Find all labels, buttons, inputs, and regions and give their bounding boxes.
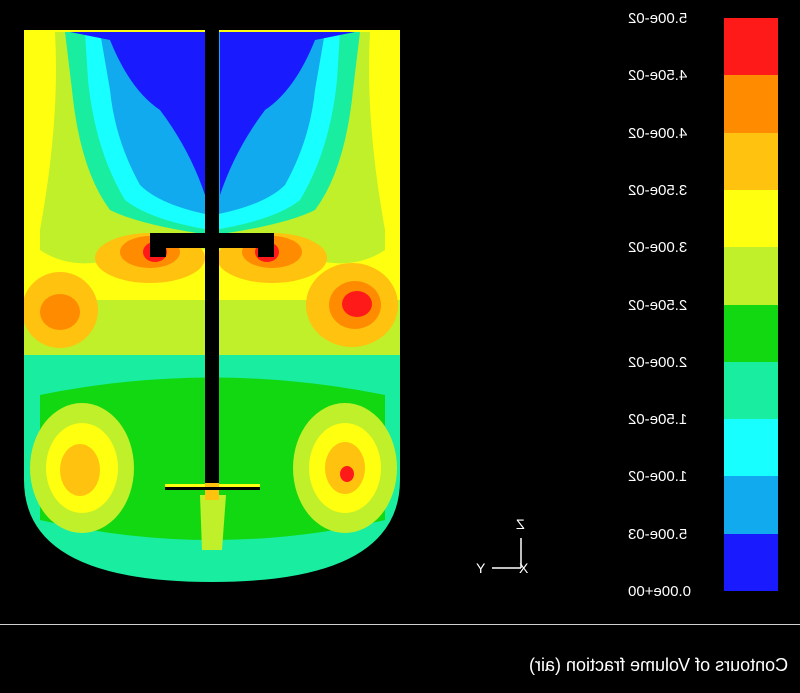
axis-triad — [492, 538, 522, 569]
plot-caption: Contours of Volume fraction (air) — [528, 655, 788, 675]
colorbar-tick-label: 3.00e-02 — [628, 239, 688, 257]
colorbar-swatch — [724, 75, 778, 134]
divider — [0, 624, 800, 625]
axis-z-label: Z — [516, 516, 525, 532]
colorbar-tick-label: 4.00e-02 — [628, 124, 688, 142]
colorbar-tick-label: 1.00e-02 — [628, 468, 688, 486]
colorbar-swatch — [724, 533, 778, 592]
colorbar-tick-label: 0.00e+00 — [628, 583, 691, 600]
colorbar-tick-label: 1.50e-02 — [628, 411, 688, 429]
colorbar-swatch — [724, 18, 778, 76]
colorbar-swatch — [724, 189, 778, 248]
contour-viewport[interactable]: 5.00e-02 4.50e-02 4.00e-02 3.50e-02 3.00e-02… — [0, 0, 800, 622]
axis-x-label: X — [519, 560, 529, 576]
colorbar-tick-label: 2.00e-02 — [628, 353, 688, 371]
colorbar-swatch — [724, 419, 778, 477]
colorbar-swatch — [724, 476, 778, 535]
colorbar-swatch — [724, 304, 778, 363]
colorbar-swatch — [724, 361, 778, 420]
colorbar-swatch — [724, 247, 778, 305]
colorbar-swatch — [724, 132, 778, 191]
colorbar-tick-label: 5.00e-03 — [628, 525, 688, 543]
colorbar-tick-label: 3.50e-02 — [628, 181, 688, 199]
colorbar-tick-label: 2.50e-02 — [628, 296, 688, 314]
colorbar-tick-label: 5.00e-02 — [628, 10, 688, 27]
axis-y-label: Y — [476, 560, 486, 576]
colorbar-tick-label: 4.50e-02 — [628, 67, 688, 85]
